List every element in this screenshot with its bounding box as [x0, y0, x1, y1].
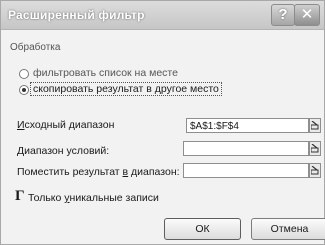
criteria-range-input[interactable]	[183, 141, 309, 156]
dialog-title: Расширенный фильтр	[8, 8, 145, 22]
radio-label: фильтровать список на месте	[33, 67, 178, 79]
question-icon: ?	[278, 6, 288, 23]
range-picker-button[interactable]	[309, 163, 321, 178]
advanced-filter-dialog: Расширенный фильтр ? ✕ Обработка фильтро…	[0, 0, 325, 245]
range-picker-button[interactable]	[309, 118, 321, 133]
range-picker-icon	[311, 166, 319, 175]
radio-label: скопировать результат в другое место	[30, 82, 222, 96]
ok-button[interactable]: ОК	[164, 218, 241, 240]
title-bar[interactable]: Расширенный фильтр ? ✕	[1, 1, 324, 30]
cancel-button[interactable]: Отмена	[251, 218, 325, 240]
source-range-input[interactable]: $A$1:$F$4	[186, 118, 309, 133]
range-picker-icon	[311, 144, 319, 153]
range-picker-button[interactable]	[309, 141, 321, 156]
close-icon: ✕	[300, 6, 314, 23]
range-picker-icon	[311, 121, 319, 130]
unique-records-checkbox[interactable]: Г	[15, 188, 25, 205]
close-button[interactable]: ✕	[294, 4, 320, 26]
radio-button-selected[interactable]	[19, 85, 29, 95]
processing-group-label: Обработка	[10, 42, 61, 53]
unique-records-label: Только уникальные записи	[28, 192, 159, 204]
copy-to-label: Поместить результат в диапазон:	[17, 166, 180, 178]
criteria-range-label: Диапазон условий:	[17, 145, 110, 157]
copy-to-input[interactable]	[183, 163, 309, 178]
source-range-label: Исходный диапазон	[17, 119, 115, 131]
radio-button[interactable]	[19, 69, 29, 79]
help-button[interactable]: ?	[271, 4, 295, 26]
